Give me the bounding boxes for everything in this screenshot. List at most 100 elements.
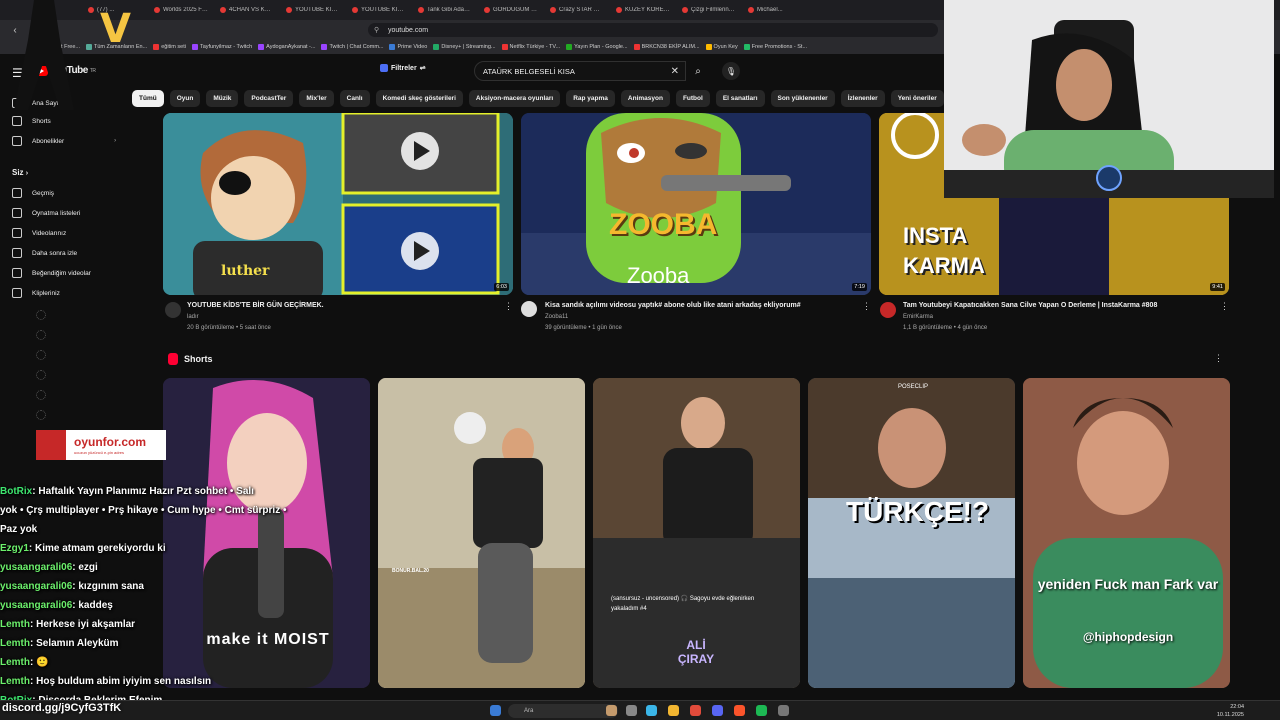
category-chip[interactable]: PodcastTer bbox=[244, 90, 294, 107]
bookmark-label: AydoganAykanat -... bbox=[266, 44, 316, 50]
system-clock[interactable]: 22:04 10.11.2025 bbox=[1217, 703, 1244, 719]
browser-tab[interactable]: Tank Gibi Adamla RC Ta... bbox=[414, 2, 476, 18]
channel-avatar[interactable] bbox=[521, 301, 537, 317]
edge-icon[interactable] bbox=[646, 705, 657, 716]
sidebar-item-clips[interactable]: Klipleriniz bbox=[12, 288, 60, 298]
discord-icon[interactable] bbox=[712, 705, 723, 716]
chrome-icon[interactable] bbox=[690, 705, 701, 716]
search-input[interactable]: ATAÜRK BELGESELİ KISA ✕ bbox=[474, 61, 686, 81]
category-chip[interactable]: Mix'ler bbox=[299, 90, 334, 107]
bookmark-item[interactable]: Prime Video bbox=[389, 44, 427, 50]
category-chip[interactable]: Rap yapma bbox=[566, 90, 615, 107]
category-chip[interactable]: Animasyon bbox=[620, 90, 670, 107]
promo-box: oyunfor.com ucuzun yüzüncü e-pin adres bbox=[66, 430, 166, 460]
tab-title: Çizgi Filmlerin Bilinmey... bbox=[691, 7, 736, 13]
tab-title: Worlds 2025 Final Oper... bbox=[163, 7, 208, 13]
browser-tab[interactable]: YOUTUBE KİDS'İ KANDIR... bbox=[348, 2, 410, 18]
sidebar-item-your-videos[interactable]: Videolarınız bbox=[12, 228, 66, 238]
clock-time: 22:04 bbox=[1230, 704, 1244, 710]
category-chip[interactable]: Oyun bbox=[169, 90, 201, 107]
app-icon[interactable] bbox=[606, 705, 617, 716]
bookmark-item[interactable]: AydoganAykanat -... bbox=[258, 44, 315, 50]
video-thumbnail[interactable]: luther 6:03 bbox=[163, 113, 513, 295]
short-caption: ALİ ÇIRAY bbox=[677, 638, 715, 666]
category-chip[interactable]: Yeni öneriler bbox=[890, 90, 944, 107]
spotify-icon[interactable] bbox=[756, 705, 767, 716]
sidebar-item-watch-later[interactable]: Daha sonra izle bbox=[12, 248, 77, 258]
bookmark-icon bbox=[191, 44, 198, 50]
browser-tab[interactable]: YOUTUBE KİDS'TE BİR G... bbox=[282, 2, 344, 18]
sidebar-item-history[interactable]: Geçmiş bbox=[12, 188, 54, 198]
bookmark-icon bbox=[566, 44, 573, 50]
browser-tab[interactable]: Michael... bbox=[744, 2, 806, 18]
bookmark-item[interactable]: Netflix Türkiye - TV... bbox=[501, 44, 560, 50]
browser-tab[interactable]: Worlds 2025 Final Oper... bbox=[150, 2, 212, 18]
category-chip[interactable]: Son yüklenenler bbox=[770, 90, 835, 107]
short-subtitle: @hiphopdesign bbox=[1082, 630, 1174, 644]
sidebar-item-shorts[interactable]: Shorts bbox=[12, 116, 51, 126]
short-card[interactable]: TÜRKÇE!? POSECLIP bbox=[808, 378, 1015, 688]
video-thumbnail[interactable]: ZOOBA Zooba 7:19 bbox=[521, 113, 871, 295]
folder-icon[interactable] bbox=[668, 705, 679, 716]
channel-name[interactable]: ladır bbox=[187, 314, 199, 320]
browser-tab[interactable]: Crazy STAR WARS fight... bbox=[546, 2, 608, 18]
scissors-icon bbox=[12, 288, 22, 298]
bookmark-item[interactable]: Free Promotions - St... bbox=[743, 44, 807, 50]
tab-favicon-icon bbox=[88, 7, 94, 13]
more-options-icon[interactable]: ⋮ bbox=[862, 301, 871, 312]
settings-icon[interactable] bbox=[778, 705, 789, 716]
bookmark-item[interactable]: Tayfunyilmaz - Twitch bbox=[191, 44, 252, 50]
category-chip[interactable]: Komedi skeç gösterileri bbox=[375, 90, 463, 107]
video-title[interactable]: YOUTUBE KİDS'TE BİR GÜN GEÇİRMEK. bbox=[187, 302, 324, 309]
bookmark-label: Yayın Plan - Google... bbox=[574, 44, 628, 50]
more-options-icon[interactable]: ⋮ bbox=[1220, 301, 1229, 312]
short-card[interactable]: (sansursuz - uncensored) 🎧 Sagoyu evde e… bbox=[593, 378, 800, 688]
bookmark-item[interactable]: BRKCN38 EKİP ALIM... bbox=[633, 44, 700, 50]
voice-search-button[interactable]: 🎙 bbox=[722, 62, 740, 80]
sidebar-item-label: Geçmiş bbox=[32, 189, 55, 197]
bookmark-item[interactable]: eğitim seti bbox=[153, 44, 186, 50]
clear-search-icon[interactable]: ✕ bbox=[671, 66, 679, 77]
short-art bbox=[808, 378, 1015, 688]
category-chip[interactable]: Futbol bbox=[675, 90, 710, 107]
video-title[interactable]: Kisa sandık açılımı videosu yaptık# abon… bbox=[545, 302, 801, 309]
category-chip[interactable]: İzlenenler bbox=[840, 90, 885, 107]
browser-tab[interactable]: Çizgi Filmlerin Bilinmey... bbox=[678, 2, 740, 18]
bookmark-item[interactable]: Oyun Key bbox=[705, 44, 738, 50]
taskbar-search-label: Ara bbox=[524, 708, 534, 714]
bookmark-item[interactable]: Yayın Plan - Google... bbox=[566, 44, 628, 50]
channel-name[interactable]: EmirKarma bbox=[903, 314, 933, 320]
short-caption: TÜRKÇE!? bbox=[846, 496, 990, 527]
short-card[interactable]: BONUR.BAL.20 bbox=[378, 378, 585, 688]
channel-avatar[interactable] bbox=[165, 302, 181, 318]
channel-avatar[interactable] bbox=[880, 302, 896, 318]
browser-tab[interactable]: KUZEY KORE SOSYAL M... bbox=[612, 2, 674, 18]
category-chip[interactable]: Müzik bbox=[206, 90, 239, 107]
sidebar-item-subscriptions[interactable]: Abonelikler › bbox=[12, 136, 116, 146]
address-bar[interactable]: ⚲ youtube.com bbox=[368, 23, 938, 37]
bookmark-item[interactable]: Disney+ | Streaming... bbox=[433, 44, 496, 50]
thumbnail-text: ZOOBA bbox=[609, 208, 718, 241]
windows-start-icon[interactable] bbox=[490, 705, 501, 716]
short-card[interactable]: yeniden Fuck man Fark var @hiphopdesign bbox=[1023, 378, 1230, 688]
browser-tab[interactable]: GÖRDÜĞÜM EN İĞRENÇ... bbox=[480, 2, 542, 18]
clock-icon bbox=[12, 248, 22, 258]
video-title[interactable]: Tam Youtubeyi Kapatıcakken Sana Cilve Ya… bbox=[903, 302, 1157, 309]
category-chip[interactable]: Aksiyon-macera oyunları bbox=[468, 90, 561, 107]
chat-message: Lemth: Herkese iyi akşamlar bbox=[0, 615, 400, 634]
channel-name[interactable]: Zooba11 bbox=[545, 314, 568, 320]
sidebar-section-you[interactable]: Siz › bbox=[12, 168, 28, 177]
sidebar-item-playlists[interactable]: Oynatma listeleri bbox=[12, 208, 80, 218]
brave-icon[interactable] bbox=[734, 705, 745, 716]
category-chip[interactable]: Canlı bbox=[339, 90, 370, 107]
browser-tab[interactable]: 4CHAN VS KADINLAR? bbox=[216, 2, 278, 18]
more-options-icon[interactable]: ⋮ bbox=[1214, 353, 1223, 364]
taskbar-search[interactable]: Ara bbox=[508, 704, 618, 718]
filters-button[interactable]: Filtreler ⇌ bbox=[380, 64, 426, 72]
more-options-icon[interactable]: ⋮ bbox=[504, 301, 513, 312]
task-view-icon[interactable] bbox=[626, 705, 637, 716]
category-chip[interactable]: El sanatları bbox=[715, 90, 765, 107]
sidebar-item-liked[interactable]: Beğendiğim videolar bbox=[12, 268, 91, 278]
bookmark-item[interactable]: Twitch | Chat Comm... bbox=[321, 44, 383, 50]
search-button[interactable]: ⌕ bbox=[686, 61, 710, 81]
